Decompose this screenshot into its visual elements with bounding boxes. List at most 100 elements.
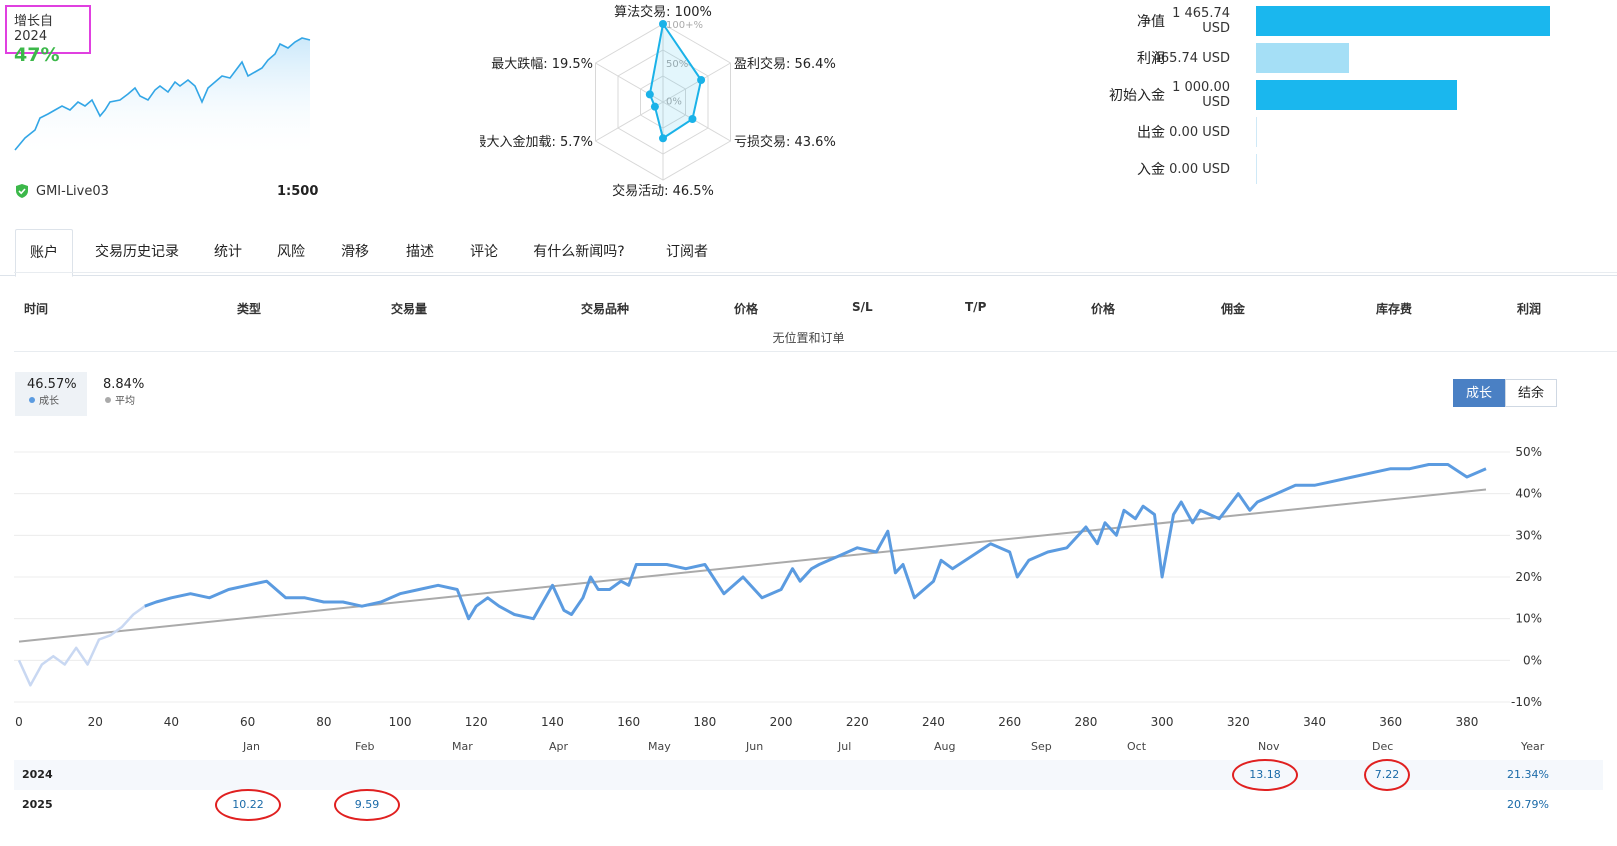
tab-reviews[interactable]: 评论 bbox=[460, 229, 508, 276]
growth-chart: 50% 40% 30% 20% 10% 0% -10% 0 20 40 60 80 100 120 140 1… bbox=[14, 445, 1542, 729]
radar-axis-label: 算法交易: 100% bbox=[614, 4, 712, 20]
chart-mode-toggle: 成长 结余 bbox=[1453, 379, 1558, 407]
x-tick-label: 280 bbox=[1074, 715, 1097, 729]
balance-value: 0.00 USD bbox=[1169, 124, 1230, 140]
month-header: Jun bbox=[746, 740, 764, 753]
x-tick-label: 340 bbox=[1303, 715, 1326, 729]
month-header: Dec bbox=[1372, 740, 1394, 753]
x-tick-label: 100 bbox=[389, 715, 412, 729]
month-header: Feb bbox=[355, 740, 375, 753]
column-header[interactable]: 时间 bbox=[24, 300, 48, 317]
month-header: Nov bbox=[1258, 740, 1280, 753]
tab-statistics[interactable]: 统计 bbox=[205, 229, 251, 276]
x-tick-label: 180 bbox=[693, 715, 716, 729]
radar-axis-label: 交易活动: 46.5% bbox=[612, 183, 714, 199]
column-header[interactable]: 类型 bbox=[237, 300, 261, 317]
account-name[interactable]: GMI-Live03 bbox=[36, 184, 109, 199]
balance-toggle-button[interactable]: 结余 bbox=[1505, 379, 1558, 407]
x-tick-label: 360 bbox=[1379, 715, 1402, 729]
y-tick-label: -10% bbox=[1511, 695, 1542, 709]
tab-account[interactable]: 账户 bbox=[15, 229, 73, 277]
growth-line-early bbox=[17, 605, 146, 687]
x-tick-label: 60 bbox=[240, 715, 255, 729]
year-label: 2025 bbox=[22, 798, 53, 811]
column-header[interactable]: 价格 bbox=[734, 300, 758, 317]
x-tick-label: 120 bbox=[465, 715, 488, 729]
tab-bar: 账户 交易历史记录 统计 风险 滑移 描述 评论 有什么新闻吗? 订阅者 bbox=[0, 229, 1617, 277]
month-header: May bbox=[648, 740, 671, 753]
radar-axis-label: 盈利交易: 56.4% bbox=[734, 56, 836, 72]
tab-slippage[interactable]: 滑移 bbox=[332, 229, 378, 276]
month-header-row: Jan Feb Mar Apr May Jun Jul Aug Sep Oct Nov Dec Year bbox=[0, 740, 1617, 754]
radar-axis-label: 最大入金加载: 5.7% bbox=[480, 134, 593, 150]
tab-risk[interactable]: 风险 bbox=[268, 229, 314, 276]
y-tick-label: 50% bbox=[1515, 445, 1542, 459]
balance-value: 1 000.00 USD bbox=[1172, 80, 1230, 110]
highlight-circle bbox=[334, 789, 400, 821]
column-header[interactable]: 价格 bbox=[1091, 300, 1115, 317]
tab-subscribers[interactable]: 订阅者 bbox=[650, 229, 724, 276]
year-row-2025: 2025 10.22 9.59 20.79% bbox=[14, 789, 1603, 821]
x-tick-label: 220 bbox=[846, 715, 869, 729]
x-tick-label: 380 bbox=[1455, 715, 1478, 729]
y-tick-label: 30% bbox=[1515, 528, 1542, 542]
tab-description[interactable]: 描述 bbox=[395, 229, 445, 276]
y-tick-label: 20% bbox=[1515, 570, 1542, 584]
balance-value: 1 465.74 USD bbox=[1172, 6, 1230, 36]
x-tick-label: 140 bbox=[541, 715, 564, 729]
balance-bar bbox=[1256, 80, 1457, 110]
year-total-cell: 21.34% bbox=[1507, 768, 1549, 781]
month-header: Year bbox=[1521, 740, 1545, 753]
balance-bar bbox=[1256, 117, 1257, 147]
month-header: Mar bbox=[452, 740, 473, 753]
column-header[interactable]: 利润 bbox=[1517, 300, 1541, 317]
table-header: 时间 类型 交易量 交易品种 价格 S/L T/P 价格 佣金 库存费 利润 bbox=[0, 300, 1617, 320]
growth-stat[interactable]: 46.57% 成长 bbox=[15, 372, 87, 416]
radar-point bbox=[659, 20, 667, 28]
balance-value: 465.74 USD bbox=[1152, 50, 1230, 66]
year-row-2024: 2024 13.18 7.22 21.34% bbox=[14, 759, 1603, 791]
x-tick-label: 300 bbox=[1151, 715, 1174, 729]
growth-stat-value: 46.57% bbox=[27, 377, 77, 392]
month-header: Jan bbox=[243, 740, 260, 753]
column-header[interactable]: 佣金 bbox=[1221, 300, 1245, 317]
account-info[interactable]: GMI-Live03 bbox=[14, 183, 109, 199]
column-header[interactable]: 交易量 bbox=[391, 300, 427, 317]
balance-bar bbox=[1256, 154, 1257, 184]
x-tick-label: 260 bbox=[998, 715, 1021, 729]
divider bbox=[14, 272, 1617, 273]
y-tick-label: 40% bbox=[1515, 487, 1542, 501]
year-label: 2024 bbox=[22, 768, 53, 781]
growth-stat-label: 成长 bbox=[39, 396, 59, 407]
growth-toggle-button[interactable]: 成长 bbox=[1453, 379, 1506, 407]
radar-chart: 100+%50%0%算法交易: 100%盈利交易: 56.4%亏损交易: 43.… bbox=[480, 4, 836, 199]
average-dot-icon bbox=[105, 396, 111, 403]
month-header: Jul bbox=[838, 740, 852, 753]
average-stat[interactable]: 8.84% 平均 bbox=[91, 372, 159, 416]
leverage: 1:500 bbox=[277, 184, 319, 199]
radar-point bbox=[688, 115, 697, 124]
x-tick-label: 0 bbox=[15, 715, 23, 729]
radar-point bbox=[659, 134, 667, 143]
tab-trade-history[interactable]: 交易历史记录 bbox=[85, 229, 189, 276]
growth-dot-icon bbox=[29, 396, 35, 403]
column-header[interactable]: 库存费 bbox=[1376, 300, 1412, 317]
column-header[interactable]: 交易品种 bbox=[581, 300, 629, 317]
divider bbox=[14, 351, 1617, 352]
x-tick-label: 200 bbox=[770, 715, 793, 729]
x-tick-label: 240 bbox=[922, 715, 945, 729]
column-header[interactable]: T/P bbox=[965, 300, 986, 314]
tab-news[interactable]: 有什么新闻吗? bbox=[523, 229, 635, 276]
y-tick-label: 10% bbox=[1515, 612, 1542, 626]
highlight-circle bbox=[1364, 759, 1410, 791]
empty-positions-message: 无位置和订单 bbox=[772, 331, 845, 345]
balance-value: 0.00 USD bbox=[1169, 161, 1230, 177]
highlight-circle bbox=[215, 789, 281, 821]
month-header: Apr bbox=[549, 740, 569, 753]
column-header[interactable]: S/L bbox=[852, 300, 873, 314]
x-tick-label: 80 bbox=[316, 715, 331, 729]
y-tick-label: 0% bbox=[1523, 653, 1542, 667]
year-total-cell: 20.79% bbox=[1507, 798, 1549, 811]
x-tick-label: 320 bbox=[1227, 715, 1250, 729]
radar-point bbox=[650, 102, 659, 111]
